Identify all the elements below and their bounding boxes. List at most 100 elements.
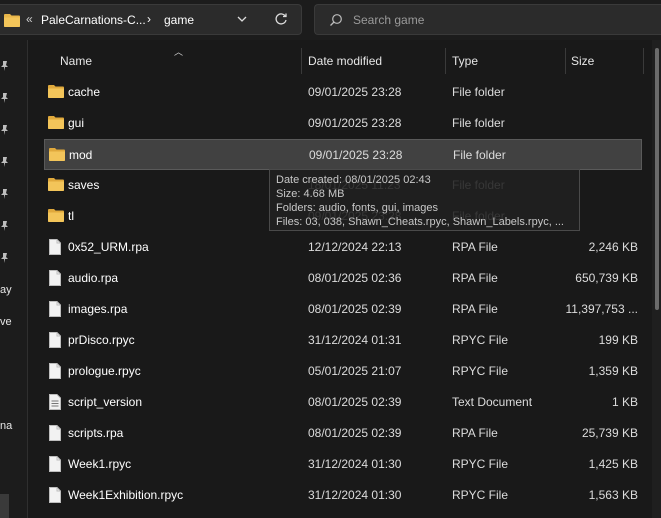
file-name: prDisco.rpyc (68, 333, 135, 347)
nav-item-selected[interactable] (0, 494, 9, 518)
file-type: RPYC File (452, 488, 509, 502)
column-header-date[interactable]: Date modified (308, 54, 382, 68)
tooltip-line: Date created: 08/01/2025 02:43 (276, 174, 431, 186)
file-row[interactable]: cache 09/01/2025 23:28 File folder (44, 77, 642, 108)
file-size: 25,739 KB (581, 426, 638, 440)
breadcrumb-item[interactable]: game (164, 13, 194, 27)
file-row[interactable]: scripts.rpa 08/01/2025 02:39 RPA File 25,73… (44, 418, 642, 449)
column-divider[interactable] (565, 48, 566, 74)
file-name: images.rpa (68, 302, 128, 316)
file-date-modified: 12/12/2024 22:13 (308, 240, 402, 254)
text-file-icon (48, 394, 62, 413)
search-icon (329, 13, 343, 30)
file-row[interactable]: gui 09/01/2025 23:28 File folder (44, 108, 642, 139)
nav-item-label[interactable]: na (0, 420, 12, 432)
file-row[interactable]: Week1Exhibition.rpyc 31/12/2024 01:30 RPYC… (44, 480, 642, 511)
pin-icon (1, 156, 11, 167)
column-header-type[interactable]: Type (452, 54, 478, 68)
file-date-modified: 05/01/2025 21:07 (308, 364, 402, 378)
folder-tooltip: Date created: 08/01/2025 02:43 Size: 4.6… (269, 169, 580, 231)
folder-icon (49, 147, 65, 164)
file-date-modified: 09/01/2025 23:28 (308, 116, 402, 130)
address-bar[interactable]: « PaleCarnations-C... › game (0, 4, 302, 35)
pin-icon (1, 252, 11, 263)
sort-ascending-icon: ︿ (174, 47, 184, 57)
file-name: Week1.rpyc (68, 457, 132, 471)
file-name: Week1Exhibition.rpyc (68, 488, 184, 502)
file-type: RPA File (452, 271, 498, 285)
file-type: RPYC File (452, 333, 509, 347)
file-row[interactable]: prDisco.rpyc 31/12/2024 01:31 RPYC File 199… (44, 325, 642, 356)
folder-icon (48, 177, 64, 194)
file-size: 650,739 KB (575, 271, 638, 285)
file-type: RPYC File (452, 364, 509, 378)
file-size: 1,425 KB (588, 457, 638, 471)
search-input[interactable] (353, 11, 643, 29)
chevron-down-icon[interactable] (236, 13, 248, 28)
file-icon (48, 487, 62, 506)
nav-item-label[interactable]: ay (0, 284, 12, 296)
folder-icon (48, 208, 64, 225)
file-type: RPA File (452, 426, 498, 440)
file-row[interactable]: prologue.rpyc 05/01/2025 21:07 RPYC File 1,… (44, 356, 642, 387)
file-type: File folder (452, 116, 505, 130)
file-size: 1 KB (611, 395, 638, 409)
file-row[interactable]: audio.rpa 08/01/2025 02:36 RPA File 650,739… (44, 263, 642, 294)
pin-icon (1, 124, 11, 135)
file-name: 0x52_URM.rpa (68, 240, 149, 254)
file-date-modified: 08/01/2025 02:39 (308, 426, 402, 440)
scrollbar-thumb[interactable] (655, 48, 659, 310)
file-row[interactable]: 0x52_URM.rpa 12/12/2024 22:13 RPA File 2,24… (44, 232, 642, 263)
file-row[interactable]: images.rpa 08/01/2025 02:39 RPA File 11,397… (44, 294, 642, 325)
pin-icon (1, 220, 11, 231)
refresh-icon[interactable] (274, 12, 288, 29)
file-type: File folder (453, 148, 506, 162)
nav-item-label[interactable]: ve (0, 316, 12, 328)
file-date-modified: 31/12/2024 01:31 (308, 333, 402, 347)
file-date-modified: 09/01/2025 23:28 (309, 148, 403, 162)
file-name: mod (69, 148, 93, 162)
search-box[interactable] (314, 4, 661, 35)
file-name: script_version (68, 395, 143, 409)
navigation-pane[interactable]: ay ve na (0, 40, 28, 518)
file-type: Text Document (452, 395, 533, 409)
file-row[interactable]: script_version 08/01/2025 02:39 Text Docum… (44, 387, 642, 418)
tooltip-line: Size: 4.68 MB (276, 188, 345, 200)
column-header-size[interactable]: Size (571, 54, 594, 68)
file-date-modified: 08/01/2025 02:36 (308, 271, 402, 285)
file-size: 11,397,753 ... (565, 302, 638, 316)
file-date-modified: 09/01/2025 23:28 (308, 85, 402, 99)
file-type: RPA File (452, 240, 498, 254)
breadcrumb-separator[interactable]: › (147, 12, 151, 26)
file-date-modified: 08/01/2025 02:39 (308, 302, 402, 316)
file-name: gui (68, 116, 85, 130)
pin-icon (1, 60, 11, 71)
column-header-row: ︿ Name Date modified Type Size (28, 40, 648, 82)
file-row[interactable]: mod 09/01/2025 23:28 File folder (44, 139, 642, 170)
file-row[interactable]: Week1.rpyc 31/12/2024 01:30 RPYC File 1,425… (44, 449, 642, 480)
file-type: RPA File (452, 302, 498, 316)
column-divider[interactable] (301, 48, 302, 74)
tooltip-line: Folders: audio, fonts, gui, images (276, 202, 439, 214)
column-divider[interactable] (643, 48, 644, 74)
file-size: 1,359 KB (588, 364, 638, 378)
file-icon (48, 301, 62, 320)
file-icon (48, 270, 62, 289)
file-size: 199 KB (598, 333, 638, 347)
file-icon (48, 239, 62, 258)
file-list[interactable]: ︿ Name Date modified Type Size cache 09/0… (28, 40, 648, 518)
breadcrumb-item[interactable]: PaleCarnations-C... (41, 13, 146, 27)
file-type: File folder (452, 85, 505, 99)
file-date-modified: 31/12/2024 01:30 (308, 488, 402, 502)
file-icon (48, 332, 62, 351)
file-icon (48, 363, 62, 382)
file-name: prologue.rpyc (68, 364, 141, 378)
file-icon (48, 456, 62, 475)
file-size: 1,563 KB (588, 488, 638, 502)
column-header-name[interactable]: Name (60, 54, 92, 68)
overflow-chevron[interactable]: « (26, 12, 33, 26)
pin-icon (1, 92, 11, 103)
folder-icon (48, 84, 64, 101)
file-name: audio.rpa (68, 271, 119, 285)
column-divider[interactable] (445, 48, 446, 74)
